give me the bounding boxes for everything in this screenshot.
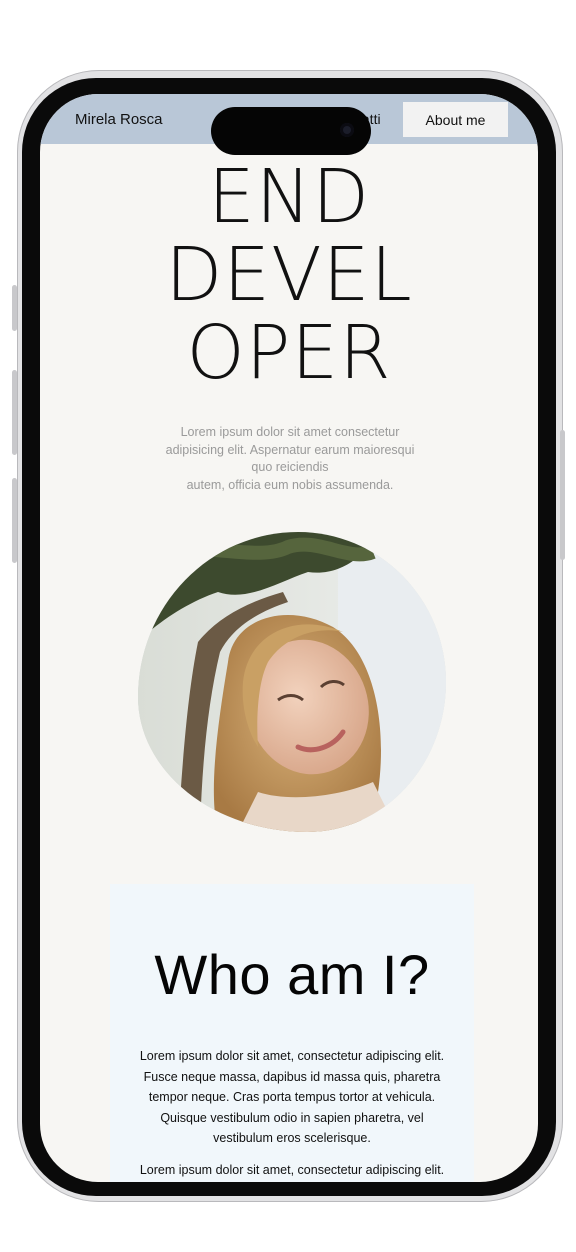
- hero-description: Lorem ipsum dolor sit amet consectetur a…: [135, 424, 445, 494]
- who-am-i-title: Who am I?: [154, 943, 430, 1006]
- front-camera-icon: [340, 123, 354, 137]
- screen: Mirela Rosca tatti About me END DEVEL OP…: [40, 94, 538, 1182]
- brand-name[interactable]: Mirela Rosca: [75, 111, 163, 128]
- hero-title-line: END: [207, 154, 371, 240]
- paragraph-line: Quisque vestibulum odio in sapien pharet…: [160, 1110, 424, 1125]
- hero-description-line: Lorem ipsum dolor sit amet consectetur: [180, 425, 400, 439]
- hero-description-line: adipisicing elit. Aspernatur earum maior…: [165, 442, 415, 457]
- who-am-i-paragraph: Lorem ipsum dolor sit amet, consectetur …: [102, 1046, 482, 1149]
- paragraph-line: Lorem ipsum dolor sit amet, consectetur …: [139, 1049, 445, 1063]
- volume-down-button: [12, 478, 17, 563]
- who-am-i-paragraph-2: Lorem ipsum dolor sit amet, consectetur …: [102, 1160, 482, 1181]
- about-me-button[interactable]: About me: [403, 102, 508, 137]
- portrait-photo: [138, 532, 446, 832]
- action-button: [12, 285, 17, 331]
- who-am-i-section: Who am I? Lorem ipsum dolor sit amet, co…: [110, 884, 474, 1182]
- portrait-illustration: [138, 532, 446, 832]
- paragraph-line: Lorem ipsum dolor sit amet, consectetur …: [139, 1163, 445, 1177]
- hero-title-line: OPER: [186, 310, 392, 396]
- hero-title: END DEVEL OPER: [40, 158, 538, 392]
- hero-description-line: quo reiciendis: [251, 460, 329, 474]
- paragraph-line: tempor neque. Cras porta tempus tortor a…: [148, 1090, 436, 1104]
- paragraph-line: vestibulum eros scelerisque.: [213, 1131, 371, 1145]
- volume-up-button: [12, 370, 17, 455]
- hero-title-line: DEVEL: [165, 232, 413, 318]
- hero-description-line: autem, officia eum nobis assumenda.: [186, 477, 394, 492]
- power-button: [560, 430, 565, 560]
- paragraph-line: Fusce neque massa, dapibus id massa quis…: [143, 1069, 441, 1084]
